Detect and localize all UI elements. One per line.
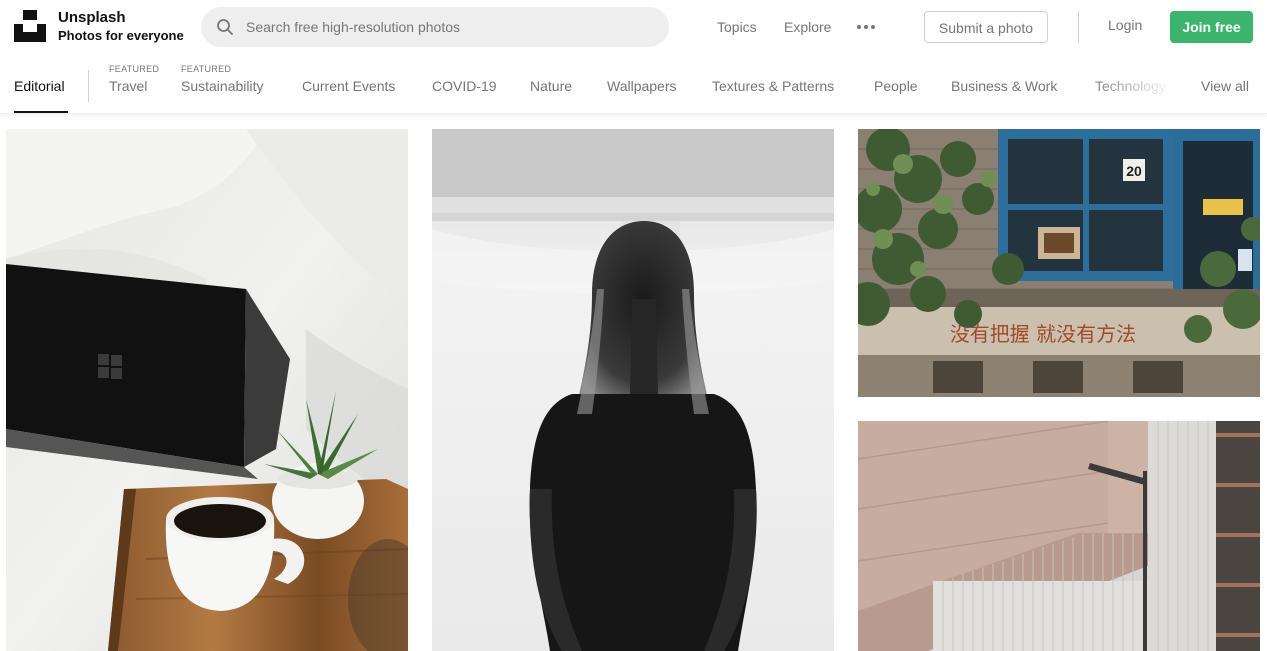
search-input[interactable]: [244, 7, 654, 47]
header-divider: [1078, 11, 1079, 43]
tab-editorial[interactable]: Editorial: [14, 78, 65, 94]
topic-separator: [88, 70, 89, 102]
brand-tagline: Photos for everyone: [58, 28, 184, 43]
photo-laptop-coffee[interactable]: [6, 129, 408, 651]
photo-silhouette-woman[interactable]: [432, 129, 834, 651]
storefront-number: 20: [1126, 163, 1142, 179]
unsplash-logo-icon[interactable]: [14, 10, 46, 42]
top-header: Unsplash Photos for everyone Topics Expl…: [0, 0, 1267, 54]
more-horizontal-icon[interactable]: [857, 19, 877, 35]
search-icon[interactable]: [216, 18, 234, 36]
brand[interactable]: Unsplash Photos for everyone: [58, 9, 184, 44]
tab-current-events[interactable]: Current Events: [302, 78, 395, 94]
search-bar[interactable]: [201, 7, 669, 47]
tab-nature[interactable]: Nature: [530, 78, 572, 94]
brand-name: Unsplash: [58, 9, 126, 26]
nav-explore[interactable]: Explore: [784, 17, 831, 37]
featured-label: FEATURED: [181, 64, 232, 74]
tab-view-all[interactable]: View all: [1201, 78, 1249, 94]
photo-building-architecture[interactable]: [858, 421, 1260, 651]
join-free-button[interactable]: Join free: [1170, 11, 1253, 43]
tab-sustainability[interactable]: Sustainability: [181, 78, 264, 94]
featured-label: FEATURED: [109, 64, 160, 74]
tab-business-work[interactable]: Business & Work: [951, 78, 1057, 94]
tab-textures-patterns[interactable]: Textures & Patterns: [712, 78, 834, 94]
active-tab-underline: [14, 111, 68, 113]
submit-photo-button[interactable]: Submit a photo: [924, 11, 1048, 43]
topic-bar: Editorial FEATURED Travel FEATURED Susta…: [0, 54, 1267, 114]
tab-travel[interactable]: Travel: [109, 78, 147, 94]
storefront-wall-text: 没有把握 就没有方法: [950, 322, 1136, 346]
tab-people[interactable]: People: [874, 78, 918, 94]
tab-covid-19[interactable]: COVID-19: [432, 78, 497, 94]
nav-topics[interactable]: Topics: [717, 17, 757, 37]
login-link[interactable]: Login: [1108, 17, 1142, 33]
tab-technology[interactable]: Technology: [1095, 78, 1166, 94]
photo-storefront-vines[interactable]: 20 没有把握 就没有方法: [858, 129, 1260, 397]
tab-wallpapers[interactable]: Wallpapers: [607, 78, 677, 94]
